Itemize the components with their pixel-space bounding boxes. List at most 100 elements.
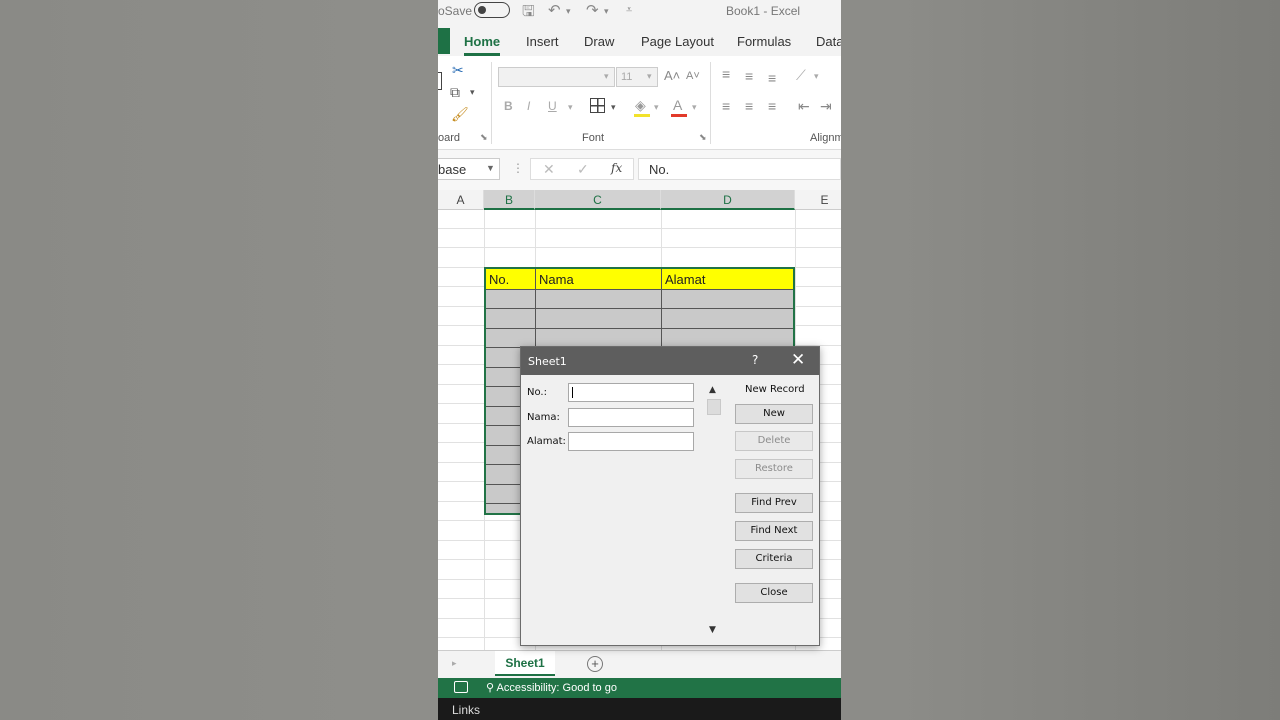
cell-mode-icon[interactable] [454,681,468,693]
text-caret [572,387,573,398]
column-header-e[interactable]: E [795,190,841,210]
tab-page-layout[interactable]: Page Layout [641,34,714,49]
table-row-line [486,308,793,309]
accessibility-status-text: Accessibility: Good to go [496,682,617,694]
accessibility-status[interactable]: ⚲ Accessibility: Good to go [486,681,617,694]
orientation-icon[interactable]: ⟋ [796,67,806,84]
file-tab[interactable] [438,28,450,54]
undo-dropdown-icon[interactable]: ▾ [566,6,571,17]
paste-icon[interactable] [438,72,442,90]
font-color-swatch [671,114,687,117]
status-bar: ⚲ Accessibility: Good to go [438,678,841,698]
record-status: New Record [745,384,805,395]
scroll-down-icon[interactable]: ▼ [709,625,716,635]
field-input-no[interactable] [568,383,694,402]
scroll-up-icon[interactable]: ▲ [709,385,716,395]
copy-icon[interactable]: ⧉ [450,84,460,101]
fill-color-swatch [634,114,650,117]
tab-formulas[interactable]: Formulas [737,34,791,49]
formula-input[interactable]: No. [638,158,841,180]
row-line [438,247,841,248]
enter-icon[interactable]: ✓ [577,161,589,178]
sheet-tab-bar: ▸ Sheet1 + [438,650,841,678]
orientation-dropdown-icon[interactable]: ▾ [814,71,819,82]
accessibility-icon: ⚲ [486,682,497,694]
chevron-down-icon: ▾ [604,71,609,81]
chevron-down-icon: ▾ [647,71,652,81]
top-align-icon[interactable]: ≡ [722,66,730,82]
undo-icon[interactable]: ↶ [548,1,561,19]
criteria-button[interactable]: Criteria [735,549,813,569]
field-input-nama[interactable] [568,408,694,427]
increase-indent-icon[interactable]: ⇥ [820,98,832,115]
column-header-c[interactable]: C [535,190,661,210]
align-center-icon[interactable]: ≡ [745,98,753,114]
format-painter-icon[interactable]: 🖌 [451,106,469,123]
borders-dropdown-icon[interactable]: ▾ [611,102,616,113]
clipboard-group-label: oard [438,132,461,144]
sheet-nav-icon[interactable]: ▸ [452,658,457,669]
close-button[interactable]: Close [735,583,813,603]
column-header-b[interactable]: B [484,190,535,210]
header-alamat[interactable]: Alamat [665,272,705,287]
scroll-thumb[interactable] [707,399,721,415]
column-header-a[interactable]: A [438,190,484,210]
font-color-dropdown-icon[interactable]: ▾ [692,102,697,113]
tab-data[interactable]: Data [816,34,841,49]
delete-button[interactable]: Delete [735,431,813,451]
field-input-alamat[interactable] [568,432,694,451]
bottom-align-icon[interactable]: ≡ [768,70,776,86]
decrease-indent-icon[interactable]: ⇤ [798,98,810,115]
cancel-icon[interactable]: ✕ [543,161,555,178]
links-bar: Links [438,698,841,720]
underline-dropdown-icon[interactable]: ▾ [568,102,573,113]
tab-draw[interactable]: Draw [584,34,614,49]
font-name-dropdown[interactable] [498,67,615,87]
column-header-d[interactable]: D [661,190,795,210]
underline-icon[interactable]: U [548,99,557,113]
tab-insert[interactable]: Insert [526,34,559,49]
sheet-tab-sheet1[interactable]: Sheet1 [495,651,555,676]
middle-align-icon[interactable]: ≡ [745,68,753,84]
borders-icon[interactable] [590,98,605,113]
dialog-title: Sheet1 [528,355,567,368]
redo-icon[interactable]: ↷ [586,1,599,19]
help-icon[interactable]: ? [752,353,758,367]
autosave-toggle[interactable] [474,2,510,18]
italic-icon[interactable]: I [527,99,530,113]
insert-function-button[interactable]: fx [611,161,622,175]
bold-icon[interactable]: B [504,99,513,113]
name-box-dropdown-icon[interactable]: ▼ [486,163,495,173]
restore-button[interactable]: Restore [735,459,813,479]
customize-toolbar-icon[interactable]: ⩡ [626,4,632,17]
add-sheet-icon[interactable]: + [587,656,603,672]
fill-dropdown-icon[interactable]: ▾ [654,102,659,113]
align-right-icon[interactable]: ≡ [768,98,776,114]
fill-color-icon[interactable]: ◈ [635,97,646,114]
increase-font-icon[interactable]: A˄ [664,68,680,83]
links-label[interactable]: Links [452,703,480,717]
header-nama[interactable]: Nama [539,272,574,287]
save-icon[interactable]: 🖫 [522,1,535,26]
font-launcher-icon[interactable]: ⬊ [699,132,707,143]
field-label-nama: Nama: [527,412,560,423]
redo-dropdown-icon[interactable]: ▾ [604,6,609,17]
copy-dropdown-icon[interactable]: ▾ [470,87,475,98]
tab-home[interactable]: Home [464,34,500,49]
find-prev-button[interactable]: Find Prev [735,493,813,513]
document-title: Book1 - Excel [726,4,801,18]
ribbon-tabs: Home Insert Draw Page Layout Formulas Da… [438,24,841,56]
header-no[interactable]: No. [489,272,509,287]
font-color-icon[interactable]: A [673,97,682,113]
decrease-font-icon[interactable]: A˅ [686,70,700,82]
align-left-icon[interactable]: ≡ [722,98,730,114]
find-next-button[interactable]: Find Next [735,521,813,541]
separator [710,62,711,144]
cut-icon[interactable]: ✂ [452,62,464,79]
close-icon[interactable]: ✕ [791,350,805,370]
font-group-label: Font [582,132,605,144]
dialog-title-bar[interactable]: Sheet1 ? ✕ [521,347,819,375]
record-scrollbar[interactable]: ▲ ▼ [707,385,721,639]
new-button[interactable]: New [735,404,813,424]
clipboard-launcher-icon[interactable]: ⬊ [480,132,488,143]
